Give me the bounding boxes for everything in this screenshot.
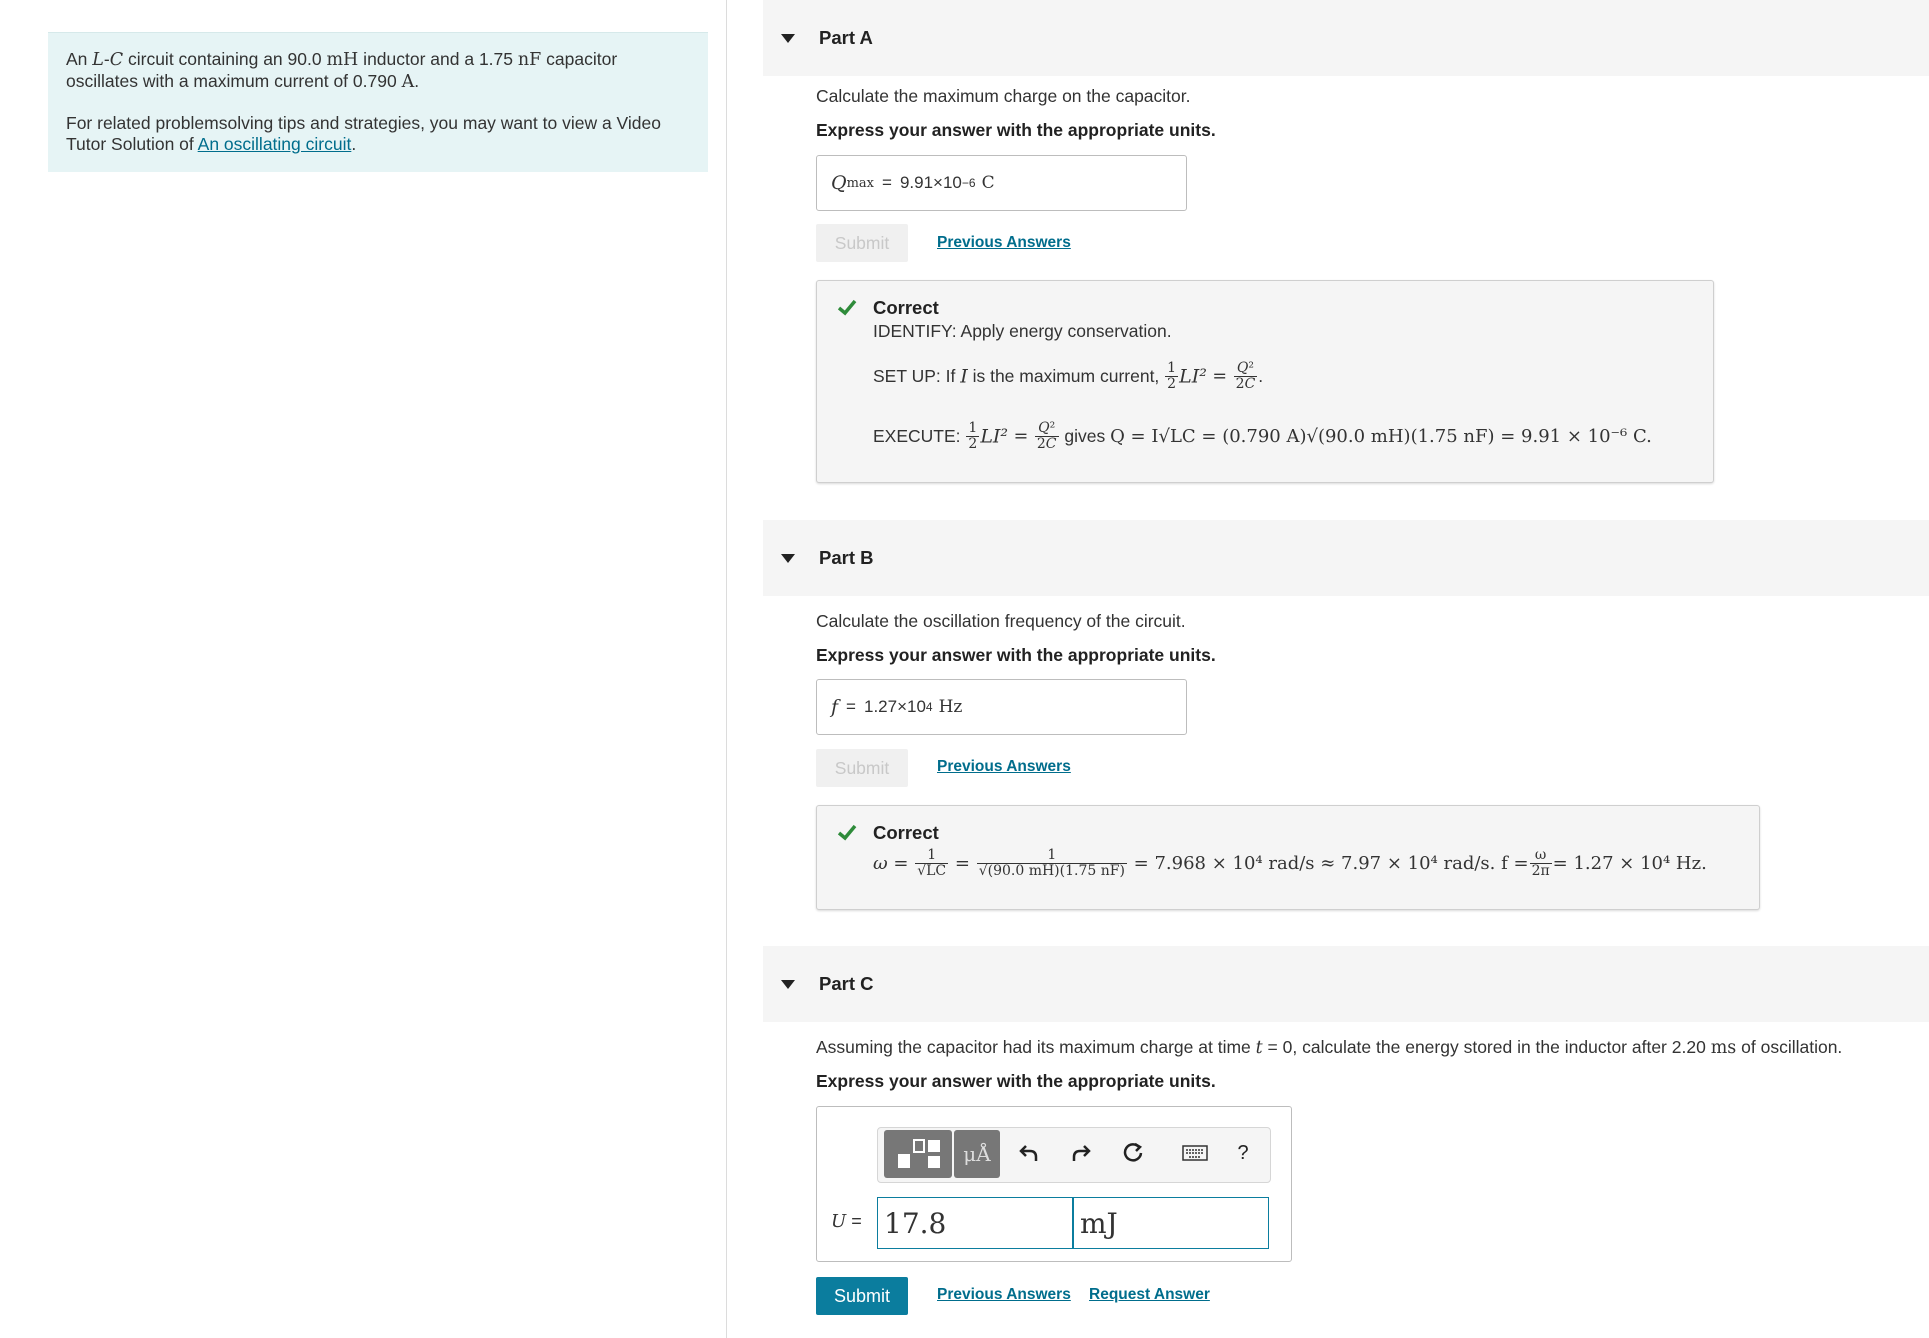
reset-icon[interactable]: [1118, 1138, 1148, 1168]
collapse-triangle-icon[interactable]: [781, 980, 795, 989]
math-toolbar: μÅ ?: [877, 1127, 1271, 1183]
checkmark-icon: [837, 299, 857, 316]
part-a-feedback: Correct IDENTIFY: Apply energy conservat…: [816, 280, 1714, 483]
part-a-previous-answers-link[interactable]: Previous Answers: [937, 234, 1071, 252]
feedback-correct-label: Correct: [873, 297, 939, 318]
feedback-setup: SET UP: If I is the maximum current, 12L…: [873, 360, 1264, 392]
part-a-title: Part A: [819, 27, 873, 48]
feedback-execute: EXECUTE: 1 2 LI² = Q² 2C gives Q = I√LC = (…: [873, 420, 1652, 452]
feedback-correct-label: Correct: [873, 822, 939, 843]
part-b-submit-button[interactable]: Submit: [816, 749, 908, 787]
part-c-answer-widget: μÅ ? U = 17.8 mJ: [816, 1106, 1292, 1262]
feedback-identify: IDENTIFY: Apply energy conservation.: [873, 321, 1172, 341]
collapse-triangle-icon[interactable]: [781, 554, 795, 563]
part-c-header[interactable]: Part C: [763, 946, 1929, 1022]
request-answer-link[interactable]: Request Answer: [1089, 1286, 1210, 1304]
part-a-question: Calculate the maximum charge on the capa…: [816, 86, 1191, 106]
checkmark-icon: [837, 824, 857, 841]
part-a-header[interactable]: Part A: [763, 0, 1929, 76]
part-c-title: Part C: [819, 973, 874, 994]
part-a-submit-button[interactable]: Submit: [816, 224, 908, 262]
value-input[interactable]: 17.8: [877, 1197, 1073, 1249]
part-a-instruction: Express your answer with the appropriate…: [816, 120, 1216, 140]
part-b-header[interactable]: Part B: [763, 520, 1929, 596]
keyboard-icon[interactable]: [1180, 1138, 1210, 1168]
intro-paragraph-1: An L-C circuit containing an 90.0 mH ind…: [66, 49, 618, 92]
intro-paragraph-2: For related problemsolving tips and stra…: [66, 113, 661, 154]
feedback-omega-equation: ω = 1 √LC = 1 √(90.0 mH)(1.75 nF) = 7.968 …: [873, 847, 1707, 879]
part-b-feedback: Correct ω = 1 √LC = 1 √(90.0 mH)(1.75 nF) …: [816, 805, 1760, 910]
units-button[interactable]: μÅ: [954, 1130, 1000, 1178]
help-icon[interactable]: ?: [1228, 1138, 1258, 1168]
units-input[interactable]: mJ: [1073, 1197, 1269, 1249]
part-b-title: Part B: [819, 547, 874, 568]
templates-icon: [898, 1139, 940, 1168]
part-c-instruction: Express your answer with the appropriate…: [816, 1071, 1216, 1091]
problem-intro: An L-C circuit containing an 90.0 mH ind…: [48, 32, 708, 172]
video-tutor-link[interactable]: An oscillating circuit: [198, 134, 352, 154]
column-divider: [726, 0, 727, 1338]
undo-icon[interactable]: [1014, 1138, 1044, 1168]
templates-button[interactable]: [884, 1130, 952, 1178]
energy-variable-label: U =: [831, 1211, 862, 1232]
part-b-question: Calculate the oscillation frequency of t…: [816, 611, 1186, 631]
part-b-instruction: Express your answer with the appropriate…: [816, 645, 1216, 665]
redo-icon[interactable]: [1066, 1138, 1096, 1168]
part-b-previous-answers-link[interactable]: Previous Answers: [937, 758, 1071, 776]
part-c-submit-button[interactable]: Submit: [816, 1277, 908, 1315]
part-a-answer-display: Qmax = 9.91×10 −6 C: [816, 155, 1187, 211]
part-c-previous-answers-link[interactable]: Previous Answers: [937, 1286, 1071, 1304]
part-b-answer-display: f = 1.27×10 4 Hz: [816, 679, 1187, 735]
collapse-triangle-icon[interactable]: [781, 34, 795, 43]
part-c-question: Assuming the capacitor had its maximum c…: [816, 1037, 1843, 1058]
